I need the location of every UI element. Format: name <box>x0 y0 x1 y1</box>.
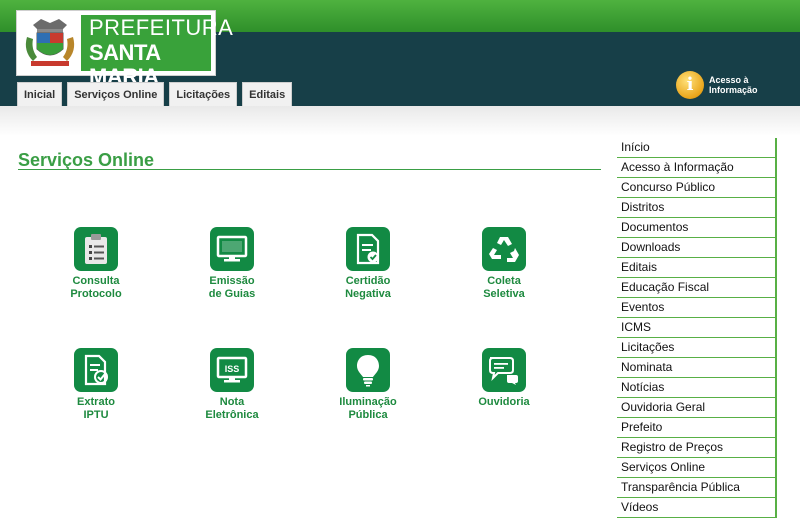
logo-line-prefeitura: PREFEITURA <box>89 15 234 40</box>
service-label: Nota Eletrônica <box>177 396 287 422</box>
service-label-line2: Eletrônica <box>205 409 259 421</box>
lightbulb-icon <box>346 348 390 392</box>
coat-of-arms-icon <box>25 19 75 66</box>
iss-monitor-icon: ISS <box>210 348 254 392</box>
service-label: Extrato IPTU <box>41 396 151 422</box>
sidebar-item-ouvidoria-geral[interactable]: Ouvidoria Geral <box>617 398 775 418</box>
service-label: Consulta Protocolo <box>41 275 151 301</box>
sidebar-item-icms[interactable]: ICMS <box>617 318 775 338</box>
service-label-line1: Ouvidoria <box>478 396 530 408</box>
service-nota-eletronica[interactable]: ISS Nota Eletrônica <box>177 348 287 422</box>
service-ouvidoria[interactable]: Ouvidoria <box>449 348 559 409</box>
service-label-line1: Nota <box>219 396 245 408</box>
service-label: Emissão de Guias <box>177 275 287 301</box>
sidebar-item-distritos[interactable]: Distritos <box>617 198 775 218</box>
service-label: Iluminação Pública <box>313 396 423 422</box>
service-iluminacao-publica[interactable]: Iluminação Pública <box>313 348 423 422</box>
service-coleta-seletiva[interactable]: Coleta Seletiva <box>449 227 559 301</box>
service-extrato-iptu[interactable]: Extrato IPTU <box>41 348 151 422</box>
speech-bubbles-icon <box>482 348 526 392</box>
certificate-icon <box>346 227 390 271</box>
sidebar-item-documentos[interactable]: Documentos <box>617 218 775 238</box>
sidebar-item-videos[interactable]: Vídeos <box>617 498 775 518</box>
info-icon: i <box>676 71 704 99</box>
service-label-line1: Certidão <box>345 275 391 287</box>
access-label-line2: Informação <box>709 85 758 95</box>
sidebar-item-concurso-publico[interactable]: Concurso Público <box>617 178 775 198</box>
tab-editais[interactable]: Editais <box>242 82 293 106</box>
logo-wordmark: PREFEITURA SANTA MARIA <box>81 15 234 89</box>
sidebar-item-acesso-informacao[interactable]: Acesso à Informação <box>617 158 775 178</box>
sidebar-item-editais[interactable]: Editais <box>617 258 775 278</box>
sidebar-item-educacao-fiscal[interactable]: Educação Fiscal <box>617 278 775 298</box>
document-check-icon <box>74 348 118 392</box>
service-label-line2: Pública <box>348 409 388 421</box>
access-label-line1: Acesso à <box>709 75 749 85</box>
service-label-line2: Protocolo <box>70 288 122 300</box>
sidebar-item-downloads[interactable]: Downloads <box>617 238 775 258</box>
service-emissao-de-guias[interactable]: Emissão de Guias <box>177 227 287 301</box>
service-label-line2: IPTU <box>83 409 109 421</box>
title-divider <box>18 169 601 170</box>
service-label-line2: Negativa <box>345 288 391 300</box>
tab-inicial[interactable]: Inicial <box>17 82 63 106</box>
monitor-icon <box>210 227 254 271</box>
iss-text: ISS <box>225 364 240 374</box>
sidebar-item-servicos-online[interactable]: Serviços Online <box>617 458 775 478</box>
clipboard-icon <box>74 227 118 271</box>
page-title: Serviços Online <box>18 150 155 170</box>
service-label-line1: Coleta <box>487 275 521 287</box>
service-label-line2: Seletiva <box>483 288 525 300</box>
service-consulta-protocolo[interactable]: Consulta Protocolo <box>41 227 151 301</box>
header-shadow <box>0 106 800 136</box>
main-nav-tabs: Inicial Serviços Online Licitações Edita… <box>17 82 293 106</box>
access-information-link[interactable]: i Acesso à Informação <box>676 70 786 100</box>
sidebar-item-inicio[interactable]: Início <box>617 138 775 158</box>
service-label-line1: Extrato <box>77 396 115 408</box>
site-logo[interactable]: PREFEITURA SANTA MARIA <box>16 10 234 89</box>
service-label-line2: de Guias <box>208 288 256 300</box>
sidebar-item-registro-de-precos[interactable]: Registro de Preços <box>617 438 775 458</box>
service-label-line1: Consulta <box>72 275 120 287</box>
service-label: Coleta Seletiva <box>449 275 559 301</box>
sidebar-item-licitacoes[interactable]: Licitações <box>617 338 775 358</box>
sidebar-item-noticias[interactable]: Notícias <box>617 378 775 398</box>
sidebar-item-transparencia-publica[interactable]: Transparência Pública <box>617 478 775 498</box>
sidebar-menu: Início Acesso à Informação Concurso Públ… <box>617 138 777 518</box>
service-label: Ouvidoria <box>449 396 559 409</box>
service-label-line1: Iluminação <box>339 396 397 408</box>
access-information-label: Acesso à Informação <box>709 75 758 95</box>
sidebar-item-prefeito[interactable]: Prefeito <box>617 418 775 438</box>
sidebar-item-eventos[interactable]: Eventos <box>617 298 775 318</box>
service-certidao-negativa[interactable]: Certidão Negativa <box>313 227 423 301</box>
recycle-icon <box>482 227 526 271</box>
service-label: Certidão Negativa <box>313 275 423 301</box>
tab-licitacoes[interactable]: Licitações <box>169 82 238 106</box>
sidebar-item-nominata[interactable]: Nominata <box>617 358 775 378</box>
service-label-line1: Emissão <box>209 275 255 287</box>
tab-servicos-online[interactable]: Serviços Online <box>67 82 165 106</box>
